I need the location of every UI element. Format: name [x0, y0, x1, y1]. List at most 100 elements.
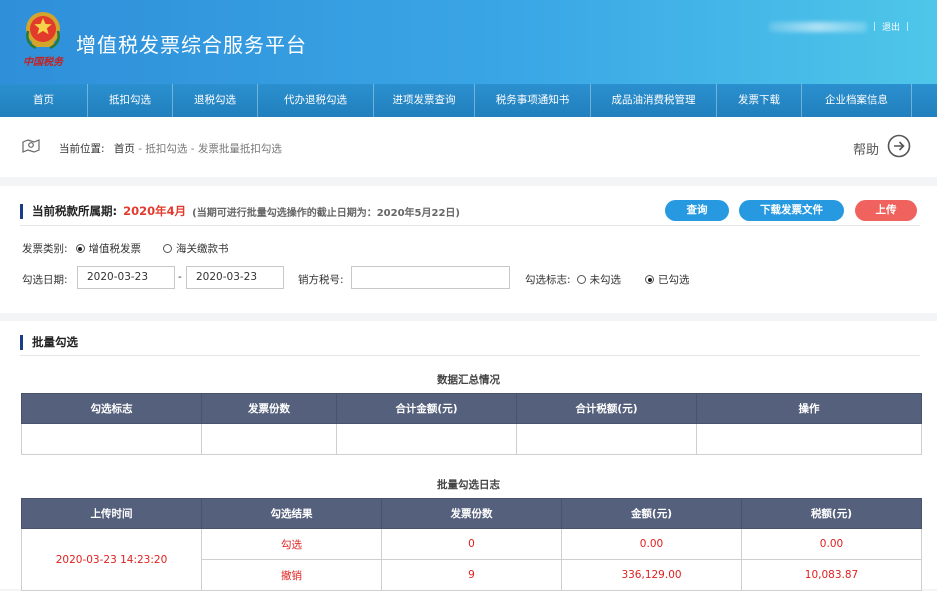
date-to-input[interactable]: 2020-03-23 [186, 266, 284, 289]
main-nav: 首页 抵扣勾选 退税勾选 代办退税勾选 进项发票查询 税务事项通知书 成品油消费… [0, 84, 937, 117]
top-header: 中国税务 增值税发票综合服务平台 | 退出 | [0, 0, 937, 84]
log-caption: 批量勾选日志 [437, 479, 500, 491]
upload-button[interactable]: 上传 [855, 200, 917, 221]
help-button[interactable]: 帮助 [853, 134, 911, 162]
invoice-type-customs-option[interactable]: 海关缴款书 [163, 241, 229, 256]
table-row: 2020-03-23 14:23:20 勾选 0 0.00 0.00 [21, 528, 922, 591]
batch-heading: 批量勾选 [20, 334, 78, 350]
logo-text: 中国税务 [23, 56, 65, 68]
summary-empty-row [21, 423, 922, 455]
log-header-cell: 勾选结果 [201, 498, 382, 529]
divider-line [20, 225, 920, 226]
log-count: 9 [381, 559, 562, 591]
nav-invoice-download[interactable]: 发票下载 [717, 84, 802, 117]
invoice-type-label: 发票类别: [22, 243, 68, 255]
log-header-row: 上传时间 勾选结果 发票份数 金额(元) 税额(元) [21, 498, 922, 529]
log-result: 撤销 [201, 559, 382, 591]
nav-agent-refund-check[interactable]: 代办退税勾选 [258, 84, 374, 117]
divider: | [872, 21, 876, 32]
log-amount: 0.00 [561, 528, 742, 560]
log-count: 0 [381, 528, 562, 560]
log-amount: 336,129.00 [561, 559, 742, 591]
nav-tax-notice[interactable]: 税务事项通知书 [475, 84, 591, 117]
invoice-type-customs-label: 海关缴款书 [176, 243, 229, 255]
seller-tax-label: 销方税号: [298, 274, 344, 286]
date-range-separator: - [178, 271, 182, 283]
date-from-input[interactable]: 2020-03-23 [77, 266, 175, 289]
breadcrumb-deduction[interactable]: 抵扣勾选 [145, 143, 187, 155]
table-cell [696, 423, 922, 455]
seller-tax-input[interactable] [351, 266, 510, 289]
table-cell [336, 423, 517, 455]
query-button[interactable]: 查询 [665, 200, 729, 221]
radio-icon[interactable] [163, 244, 173, 253]
tax-period-note: (当期可进行批量勾选操作的截止日期为：2020年5月22日) [192, 207, 460, 219]
nav-deduction-check[interactable]: 抵扣勾选 [88, 84, 173, 117]
platform-title: 增值税发票综合服务平台 [76, 33, 307, 57]
nav-refund-check[interactable]: 退税勾选 [173, 84, 258, 117]
summary-header-cell: 合计金额(元) [336, 393, 517, 424]
check-flag-label: 勾选标志: [525, 274, 571, 286]
check-flag-row: 勾选标志: 未勾选 已勾选 [525, 272, 690, 287]
date-label: 勾选日期: [22, 274, 68, 286]
nav-input-invoice-query[interactable]: 进项发票查询 [374, 84, 475, 117]
log-tax: 10,083.87 [741, 559, 922, 591]
radio-selected-icon[interactable] [75, 244, 85, 253]
download-invoice-file-button[interactable]: 下载发票文件 [739, 200, 844, 221]
summary-header-cell: 合计税额(元) [516, 393, 697, 424]
tax-period-label: 当前税款所属期: [32, 204, 118, 218]
radio-selected-icon[interactable] [645, 275, 655, 284]
tax-period-heading: 当前税款所属期: 2020年4月 (当期可进行批量勾选操作的截止日期为：2020… [20, 203, 460, 219]
check-flag-checked-label: 已勾选 [658, 274, 690, 286]
breadcrumb: 当前位置: 首页 - 抵扣勾选 - 发票批量抵扣勾选 [59, 141, 282, 156]
nav-oil-tax[interactable]: 成品油消费税管理 [591, 84, 717, 117]
section-marker [20, 203, 23, 219]
log-header-cell: 税额(元) [741, 498, 922, 529]
log-header-cell: 发票份数 [381, 498, 562, 529]
arrow-right-circle-icon [887, 134, 911, 162]
log-table: 上传时间 勾选结果 发票份数 金额(元) 税额(元) 2020-03-23 14… [21, 498, 922, 591]
summary-caption: 数据汇总情况 [437, 374, 500, 386]
tax-emblem-logo: 中国税务 [20, 9, 66, 71]
section-marker [20, 334, 23, 350]
invoice-type-row: 发票类别: 增值税发票 海关缴款书 [22, 241, 229, 256]
summary-table: 勾选标志 发票份数 合计金额(元) 合计税额(元) 操作 [21, 393, 922, 455]
breadcrumb-sep: - [190, 143, 195, 155]
summary-header-row: 勾选标志 发票份数 合计金额(元) 合计税额(元) 操作 [21, 393, 922, 424]
radio-icon[interactable] [576, 275, 586, 284]
table-cell [201, 423, 337, 455]
logout-link[interactable]: 退出 [882, 20, 900, 33]
user-bar: | 退出 | [768, 20, 909, 33]
table-cell [516, 423, 697, 455]
nav-company-archive[interactable]: 企业档案信息 [802, 84, 912, 117]
log-header-cell: 上传时间 [21, 498, 202, 529]
check-flag-checked-option[interactable]: 已勾选 [645, 272, 690, 287]
table-cell [21, 423, 202, 455]
breadcrumb-current: 发票批量抵扣勾选 [197, 143, 282, 155]
summary-header-cell: 发票份数 [201, 393, 337, 424]
summary-header-cell: 操作 [696, 393, 922, 424]
check-flag-unchecked-label: 未勾选 [589, 274, 622, 286]
log-result: 勾选 [201, 528, 382, 560]
breadcrumb-bar: 当前位置: 首页 - 抵扣勾选 - 发票批量抵扣勾选 帮助 [0, 117, 937, 177]
log-tax: 0.00 [741, 528, 922, 560]
invoice-type-vat-option[interactable]: 增值税发票 [75, 241, 142, 256]
tax-period-value: 2020年4月 [123, 204, 187, 218]
invoice-type-vat-label: 增值税发票 [88, 243, 142, 255]
nav-home[interactable]: 首页 [0, 84, 88, 117]
summary-header-cell: 勾选标志 [21, 393, 202, 424]
breadcrumb-sep: - [138, 143, 143, 155]
divider: | [905, 21, 909, 32]
breadcrumb-home[interactable]: 首页 [114, 143, 135, 155]
breadcrumb-label: 当前位置: [59, 143, 105, 155]
log-upload-time: 2020-03-23 14:23:20 [21, 528, 202, 591]
location-map-icon [22, 138, 40, 157]
check-flag-unchecked-option[interactable]: 未勾选 [576, 272, 622, 287]
date-label-row: 勾选日期: [22, 272, 68, 287]
batch-title: 批量勾选 [32, 335, 78, 349]
batch-panel: 批量勾选 数据汇总情况 勾选标志 发票份数 合计金额(元) 合计税额(元) 操作… [0, 321, 937, 591]
user-name-blurred [768, 21, 867, 32]
filter-panel: 当前税款所属期: 2020年4月 (当期可进行批量勾选操作的截止日期为：2020… [0, 186, 937, 313]
help-label: 帮助 [852, 142, 879, 158]
divider-line [20, 355, 920, 356]
